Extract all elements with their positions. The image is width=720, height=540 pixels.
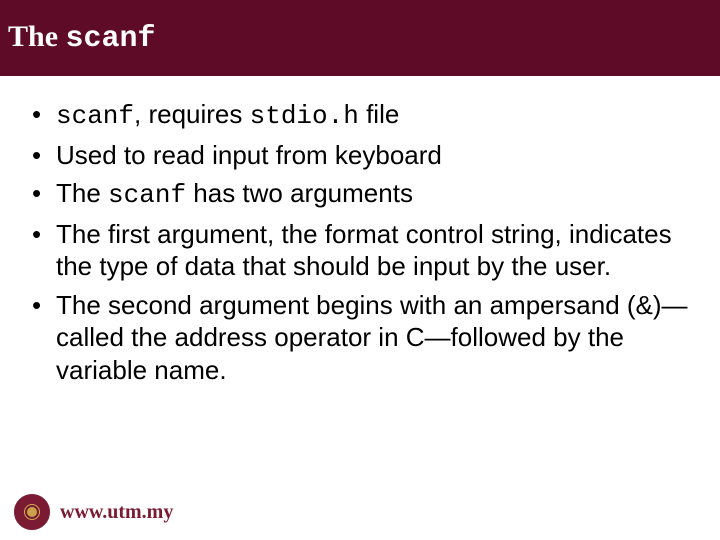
list-item: scanf, requires stdio.h file — [28, 98, 706, 133]
title-code: scanf — [66, 22, 156, 56]
code-text: scanf — [108, 180, 186, 210]
code-text: scanf — [56, 101, 134, 131]
list-item: The first argument, the format control s… — [28, 218, 706, 283]
slide-content: scanf, requires stdio.h file Used to rea… — [0, 76, 720, 386]
body-text: The first argument, the format control s… — [56, 219, 672, 282]
body-text: The second argument begins with an amper… — [56, 290, 688, 385]
list-item: The second argument begins with an amper… — [28, 289, 706, 387]
footer-url: www.utm.my — [60, 501, 173, 524]
body-text: Used to read input from keyboard — [56, 140, 442, 170]
utm-logo-icon — [14, 494, 50, 530]
title-prefix: The — [8, 20, 66, 53]
slide-title: The scanf — [8, 20, 156, 56]
slide-footer: www.utm.my — [14, 494, 173, 530]
code-text: stdio.h — [250, 101, 359, 131]
bullet-list: scanf, requires stdio.h file Used to rea… — [28, 98, 706, 386]
list-item: Used to read input from keyboard — [28, 139, 706, 172]
body-text: The — [56, 178, 108, 208]
slide-header: The scanf — [0, 0, 720, 76]
body-text: has two arguments — [186, 178, 413, 208]
body-text: file — [359, 99, 399, 129]
body-text: , requires — [134, 99, 250, 129]
list-item: The scanf has two arguments — [28, 177, 706, 212]
